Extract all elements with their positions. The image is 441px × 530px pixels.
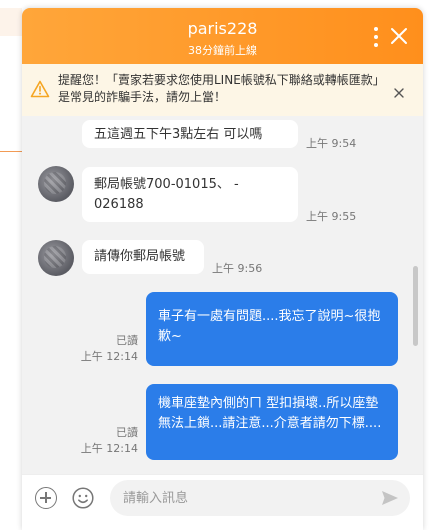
read-status: 已讀 [116,426,138,439]
message-time: 上午 9:56 [212,262,263,275]
contact-name: paris228 [187,19,258,38]
composer [22,474,423,530]
message-text: 郵局帳號700-01015、 - [94,177,239,192]
incoming-message: 郵局帳號700-01015、 - 026188 [82,167,298,222]
more-vertical-icon[interactable] [371,27,381,49]
outgoing-message: 車子有一處有問題....我忘了說明~很抱歉~ [146,292,398,366]
outgoing-message: 機車座墊內側的ㄇ 型扣損壞..所以座墊無法上鎖...請注意...介意者請勿下標.… [146,384,398,460]
dismiss-icon[interactable] [394,88,404,98]
scrollbar[interactable] [413,266,418,346]
read-receipt: 已讀 上午 12:14 [62,333,138,365]
message-time: 上午 9:54 [306,137,357,150]
incoming-message: 請傳你郵局帳號 [82,240,204,274]
page-background [0,0,22,530]
send-icon[interactable] [381,490,399,506]
incoming-message: 五這週五下午3點左右 可以嗎 [82,120,298,148]
message-time: 上午 12:14 [80,350,138,363]
warning-text: 提醒您！「賣家若要求您使用LINE帳號私下聯絡或轉帳匯款」是常見的詐騙手法，請勿… [58,73,379,104]
avatar [38,240,74,276]
chat-header: paris228 38分鐘前上線 [22,8,423,64]
message-time: 上午 12:14 [80,442,138,455]
scam-warning-banner: 提醒您！「賣家若要求您使用LINE帳號私下聯絡或轉帳匯款」是常見的詐騙手法，請勿… [22,64,423,116]
read-status: 已讀 [116,334,138,347]
warning-icon [30,80,50,98]
add-icon[interactable] [35,487,57,509]
emoji-icon[interactable] [72,487,94,509]
message-text: 026188 [94,197,144,212]
background-strip [0,8,22,36]
message-text: 請傳你郵局帳號 [94,249,186,264]
avatar [38,166,74,202]
chat-window: paris228 38分鐘前上線 提醒您！「賣家若要求您使用LINE帳號私下聯絡… [22,8,423,530]
background-divider [0,151,22,152]
read-receipt: 已讀 上午 12:14 [62,425,138,457]
message-text: 五這週五下午3點左右 可以嗎 [94,127,263,142]
message-input[interactable] [110,480,410,516]
contact-status: 38分鐘前上線 [188,44,257,57]
message-time: 上午 9:55 [306,210,357,223]
close-icon[interactable] [390,27,408,45]
message-list: 五這週五下午3點左右 可以嗎 上午 9:54 郵局帳號700-01015、 - … [22,116,423,478]
